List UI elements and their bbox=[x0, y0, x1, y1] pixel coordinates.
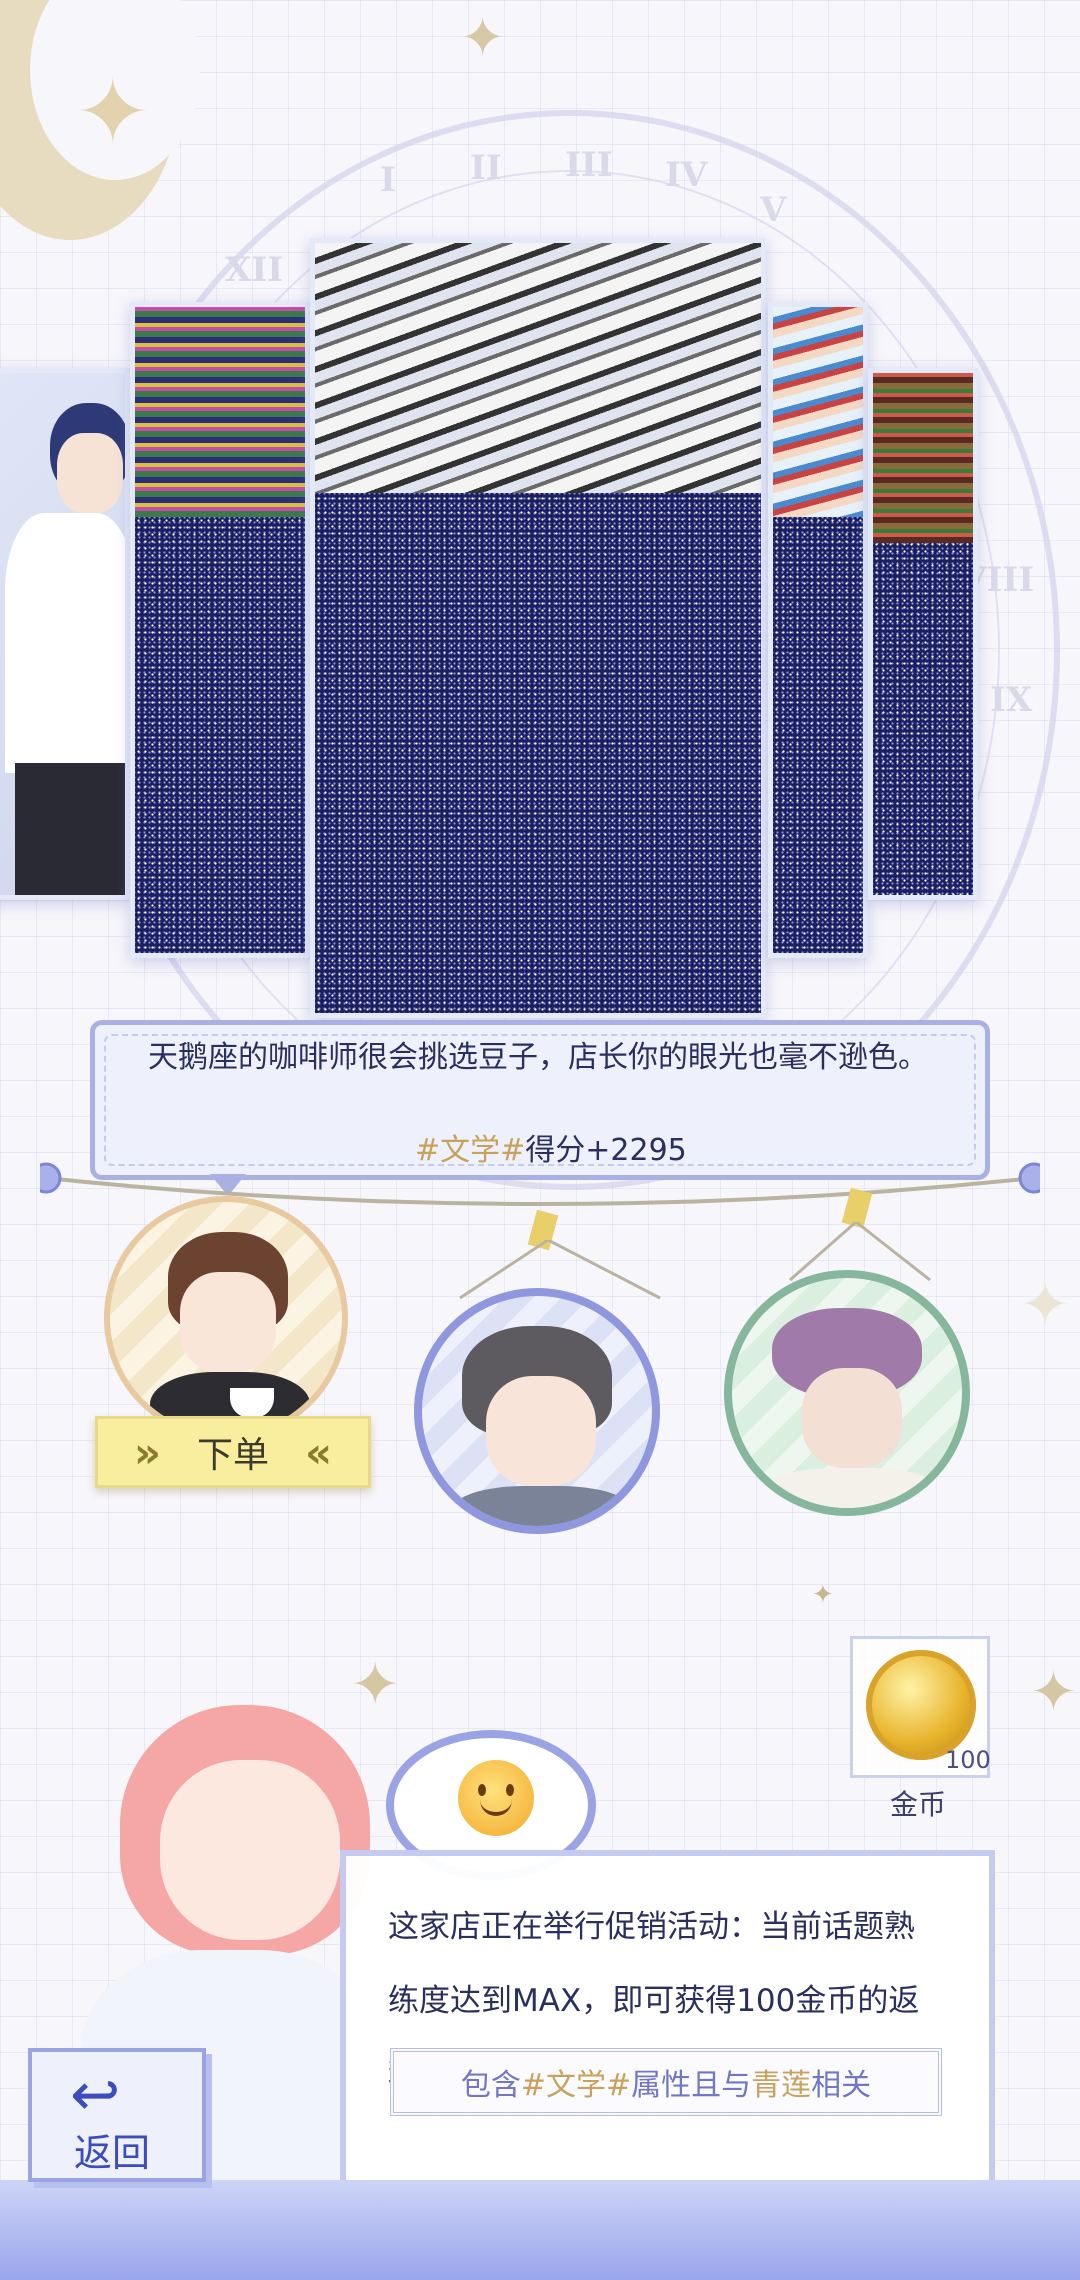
clock-numeral: XII bbox=[225, 250, 284, 290]
mouth bbox=[480, 1800, 512, 1816]
condition-mid: 属性且与 bbox=[631, 2068, 752, 2103]
order-button[interactable]: » 下单 « bbox=[95, 1416, 371, 1488]
clock-numeral: II bbox=[470, 148, 502, 188]
chevron-left-icon: « bbox=[305, 1427, 333, 1477]
customer-portrait-2[interactable] bbox=[414, 1288, 660, 1534]
clock-numeral: IX bbox=[990, 680, 1033, 720]
comment-text: 天鹅座的咖啡师很会挑选豆子，店长你的眼光也毫不逊色。 bbox=[148, 1040, 928, 1075]
customer-portrait-3[interactable] bbox=[724, 1270, 970, 1516]
back-button-label: 返回 bbox=[74, 2131, 151, 2175]
shopkeeper-face bbox=[160, 1760, 340, 1940]
smile-face-icon bbox=[458, 1760, 534, 1836]
condition-tag: #文学# bbox=[520, 2068, 632, 2103]
bottom-bar bbox=[0, 2180, 1080, 2280]
coffee-coin-icon bbox=[866, 1650, 976, 1760]
clock-numeral: V bbox=[760, 190, 787, 230]
promo-line-1: 这家店正在举行促销活动：当前话题熟 bbox=[388, 1909, 915, 1945]
chevron-right-icon: » bbox=[133, 1427, 161, 1477]
customer-body bbox=[452, 1486, 632, 1526]
star-icon: ✦ bbox=[812, 1580, 834, 1610]
star-icon: ✦ bbox=[1030, 1660, 1077, 1725]
coin-label: 金币 bbox=[890, 1788, 947, 1821]
eye bbox=[478, 1784, 486, 1796]
condition-name: 青莲 bbox=[751, 2068, 812, 2103]
customer-face bbox=[486, 1376, 596, 1486]
promo-condition: 包含 #文学# 属性且与 青莲 相关 bbox=[390, 2048, 942, 2116]
card-art-glitch bbox=[873, 373, 973, 543]
star-icon: ✦ bbox=[460, 6, 506, 69]
customer-face bbox=[180, 1272, 276, 1372]
card-fourth[interactable] bbox=[768, 302, 868, 958]
back-arrow-icon: ↩ bbox=[70, 2060, 121, 2130]
card-left-character[interactable] bbox=[0, 368, 130, 900]
card-art-glitch bbox=[135, 307, 305, 517]
character-face bbox=[57, 433, 123, 513]
card-second[interactable] bbox=[130, 302, 310, 958]
clock-numeral: I bbox=[380, 160, 396, 200]
eye bbox=[506, 1784, 514, 1796]
customer-body bbox=[762, 1468, 942, 1508]
coin-count: 100 bbox=[945, 1746, 991, 1774]
condition-prefix: 包含 bbox=[460, 2068, 521, 2103]
star-icon: ✦ bbox=[350, 1650, 401, 1720]
customer-face bbox=[802, 1368, 902, 1468]
customer-portrait-selected[interactable] bbox=[104, 1196, 348, 1440]
order-button-label: 下单 bbox=[196, 1435, 269, 1476]
star-icon: ✦ bbox=[75, 60, 151, 165]
card-selected[interactable] bbox=[310, 238, 766, 1018]
character-shirt bbox=[5, 513, 125, 773]
card-art-glitch bbox=[315, 243, 761, 493]
card-art-glitch bbox=[773, 307, 863, 517]
condition-suffix: 相关 bbox=[811, 2068, 872, 2103]
star-icon: ✦ bbox=[1020, 1270, 1071, 1340]
card-fifth[interactable] bbox=[868, 368, 978, 900]
character-pants bbox=[15, 763, 125, 895]
clock-numeral: III bbox=[565, 145, 613, 185]
clock-numeral: IV bbox=[665, 155, 708, 195]
